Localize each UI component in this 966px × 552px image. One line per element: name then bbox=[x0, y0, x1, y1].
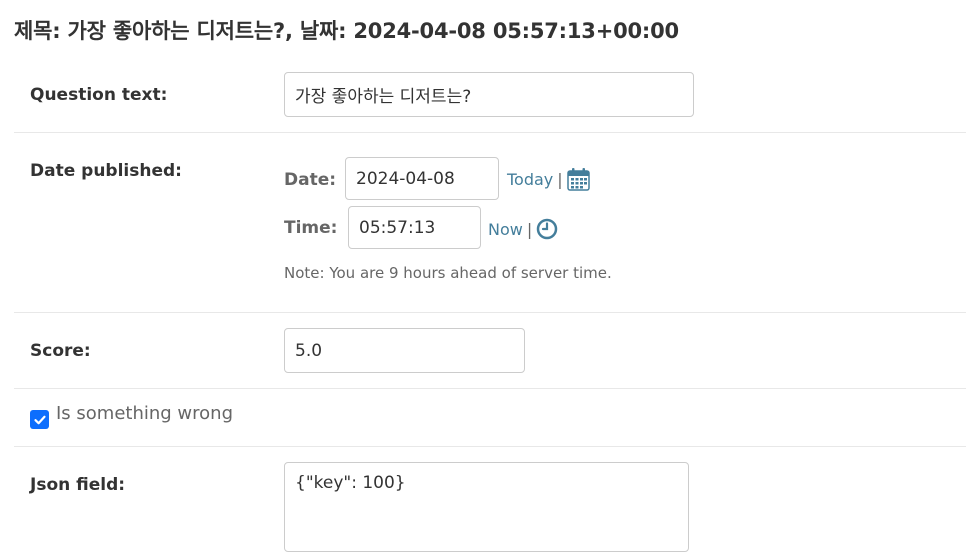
json-field-row: Json field: {"key": 100} bbox=[14, 447, 966, 552]
time-shortcut-separator: | bbox=[526, 219, 533, 239]
date-shortcuts: Today | bbox=[507, 167, 590, 191]
today-link[interactable]: Today bbox=[507, 170, 553, 189]
question-text-row: Question text: bbox=[14, 57, 966, 133]
is-something-wrong-checkbox[interactable] bbox=[30, 410, 49, 429]
time-input[interactable] bbox=[348, 206, 481, 249]
score-row: Score: bbox=[14, 313, 966, 389]
question-text-input[interactable] bbox=[284, 72, 694, 117]
timezone-note: Note: You are 9 hours ahead of server ti… bbox=[284, 264, 612, 282]
json-field-label: Json field: bbox=[30, 475, 126, 495]
page-title: 제목: 가장 좋아하는 디저트는?, 날짜: 2024-04-08 05:57:… bbox=[14, 19, 679, 43]
now-link[interactable]: Now bbox=[488, 220, 523, 239]
calendar-icon[interactable] bbox=[566, 167, 590, 191]
date-published-label: Date published: bbox=[30, 161, 182, 181]
date-input[interactable] bbox=[345, 157, 499, 200]
date-published-row: Date published: Date: Today | bbox=[14, 133, 966, 313]
score-label: Score: bbox=[30, 341, 91, 361]
is-something-wrong-label[interactable]: Is something wrong bbox=[56, 403, 233, 424]
is-something-wrong-row: Is something wrong bbox=[14, 389, 966, 447]
clock-icon[interactable] bbox=[536, 218, 558, 240]
time-sub-label: Time: bbox=[284, 218, 338, 238]
checkmark-icon bbox=[33, 415, 46, 424]
time-shortcuts: Now | bbox=[488, 218, 558, 240]
score-input[interactable] bbox=[284, 328, 525, 373]
date-shortcut-separator: | bbox=[557, 169, 563, 189]
question-text-label: Question text: bbox=[30, 85, 168, 105]
date-sub-label: Date: bbox=[284, 170, 337, 190]
